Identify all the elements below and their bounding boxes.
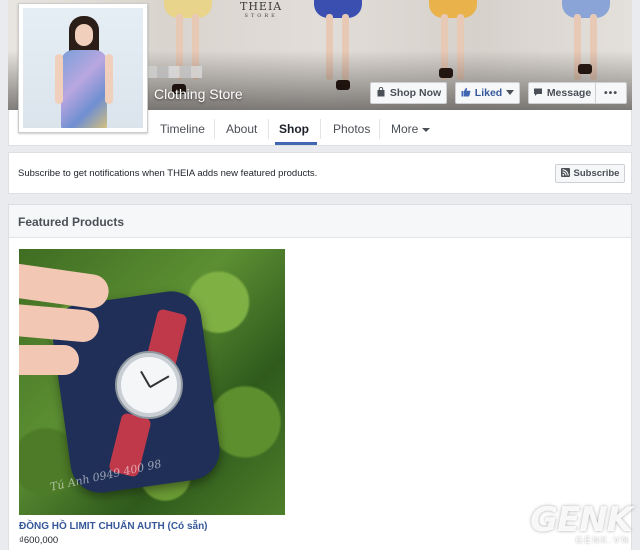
page-title: Clothing Store (154, 86, 243, 102)
subscribe-button[interactable]: Subscribe (555, 164, 625, 183)
shop-now-button[interactable]: Shop Now (370, 82, 447, 104)
message-button[interactable]: Message (528, 82, 596, 104)
tab-shop[interactable]: Shop (279, 122, 309, 136)
tab-more[interactable]: More (391, 122, 430, 136)
blurred-page-name (146, 66, 202, 78)
featured-products-panel: Featured Products Tú Anh 0949 400 98 ĐỒN… (8, 204, 632, 550)
profile-photo (23, 8, 143, 128)
active-tab-indicator (275, 142, 317, 145)
product-image[interactable]: Tú Anh 0949 400 98 (19, 249, 285, 515)
genk-watermark: GENK (530, 500, 633, 540)
tab-timeline[interactable]: Timeline (160, 122, 205, 136)
more-dots-icon: ••• (603, 87, 619, 99)
rss-icon (560, 167, 570, 180)
watch-icon (117, 353, 181, 417)
cover-brand-logo: THEIA STORE (240, 0, 283, 19)
product-price: ₫600,000 (19, 535, 59, 546)
tab-about[interactable]: About (226, 122, 257, 136)
message-icon (533, 87, 543, 100)
product-name-link[interactable]: ĐỒNG HỒ LIMIT CHUẨN AUTH (Có sẵn) (19, 521, 208, 532)
subscribe-text: Subscribe to get notifications when THEI… (18, 168, 318, 179)
genk-watermark-url: GENK.VN (575, 535, 630, 545)
thumbs-up-icon (461, 87, 471, 100)
subscribe-panel: Subscribe to get notifications when THEI… (8, 152, 632, 194)
shopping-bag-icon (376, 86, 386, 100)
featured-products-title: Featured Products (9, 205, 631, 238)
more-options-button[interactable]: ••• (595, 82, 627, 104)
tab-photos[interactable]: Photos (333, 122, 370, 136)
profile-picture[interactable] (18, 3, 148, 133)
caret-down-icon (421, 122, 430, 136)
liked-button[interactable]: Liked (455, 82, 520, 104)
chevron-down-icon (506, 87, 515, 99)
